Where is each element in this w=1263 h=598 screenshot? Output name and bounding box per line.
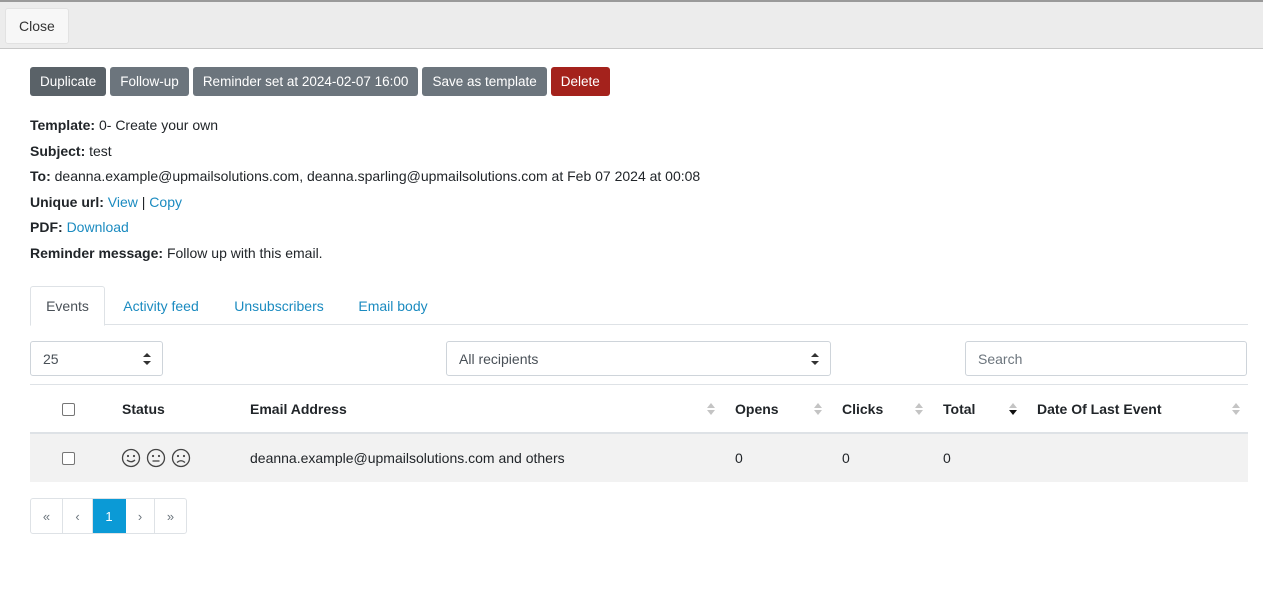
top-bar: Close	[0, 0, 1263, 49]
page-size-value: 25	[43, 350, 59, 367]
email-cell: deanna.example@upmailsolutions.com and o…	[250, 450, 565, 466]
total-cell: 0	[943, 450, 951, 466]
events-table: Status Email Address Opens Clicks Total …	[30, 384, 1248, 482]
sort-arrows-icon	[811, 353, 819, 365]
pdf-label: PDF:	[30, 219, 63, 236]
email-details: Template: 0- Create your own Subject: te…	[30, 113, 700, 267]
column-header-last-event[interactable]: Date Of Last Event	[1037, 385, 1161, 433]
prev-page-button[interactable]: ‹	[63, 499, 93, 533]
smile-icon[interactable]	[121, 448, 141, 468]
delete-button[interactable]: Delete	[550, 67, 610, 96]
template-label: Template:	[30, 117, 96, 133]
column-header-status[interactable]: Status	[122, 385, 165, 433]
column-header-total[interactable]: Total	[943, 385, 975, 433]
status-cell	[121, 434, 191, 482]
select-all-checkbox[interactable]	[62, 402, 75, 416]
pdf-line: PDF: Download	[30, 215, 700, 241]
tab-bar: Events Activity feed Unsubscribers Email…	[30, 286, 1248, 326]
subject-label: Subject:	[30, 142, 86, 159]
sort-desc-icon[interactable]	[1008, 401, 1018, 417]
next-page-button[interactable]: ›	[126, 499, 155, 533]
recipients-value: All recipients	[459, 350, 539, 367]
template-line: Template: 0- Create your own	[30, 113, 700, 139]
close-button[interactable]: Close	[5, 8, 69, 44]
subject-line: Subject: test	[30, 139, 700, 165]
sort-icon[interactable]	[914, 401, 924, 417]
sort-icon[interactable]	[706, 401, 716, 417]
search-input[interactable]	[965, 341, 1247, 376]
frown-icon[interactable]	[171, 448, 191, 468]
unique-url-label: Unique url:	[30, 193, 104, 210]
tab-unsubscribers[interactable]: Unsubscribers	[220, 286, 338, 325]
download-link[interactable]: Download	[67, 219, 129, 235]
to-value: deanna.example@upmailsolutions.com, dean…	[54, 168, 701, 185]
current-page-button[interactable]: 1	[93, 499, 126, 533]
table-header: Status Email Address Opens Clicks Total …	[30, 384, 1248, 434]
column-header-opens[interactable]: Opens	[735, 385, 779, 433]
sort-arrows-icon	[143, 353, 151, 365]
reminder-message-value: Follow up with this email.	[166, 244, 323, 261]
save-as-template-button[interactable]: Save as template	[422, 67, 547, 96]
unique-url-line: Unique url: View | Copy	[30, 190, 700, 216]
column-header-clicks[interactable]: Clicks	[842, 385, 883, 433]
last-page-button[interactable]: »	[155, 499, 186, 533]
tab-events[interactable]: Events	[30, 286, 105, 326]
action-toolbar: Duplicate Follow-up Reminder set at 2024…	[30, 67, 610, 96]
row-select-cell	[62, 434, 75, 482]
clicks-cell: 0	[842, 450, 850, 466]
table-row[interactable]: deanna.example@upmailsolutions.com and o…	[30, 434, 1248, 482]
tab-email-body[interactable]: Email body	[344, 286, 442, 325]
subject-value: test	[89, 142, 112, 159]
neutral-face-icon[interactable]	[146, 448, 166, 468]
to-label: To:	[30, 168, 51, 185]
reminder-button[interactable]: Reminder set at 2024-02-07 16:00	[192, 67, 419, 96]
reminder-message-line: Reminder message: Follow up with this em…	[30, 241, 700, 267]
follow-up-button[interactable]: Follow-up	[110, 67, 189, 96]
to-line: To: deanna.example@upmailsolutions.com, …	[30, 164, 700, 190]
tab-activity-feed[interactable]: Activity feed	[106, 286, 216, 325]
page-size-select[interactable]: 25	[30, 341, 163, 376]
recipients-select[interactable]: All recipients	[446, 341, 831, 376]
view-link[interactable]: View	[108, 194, 138, 210]
column-header-email[interactable]: Email Address	[250, 385, 347, 433]
copy-link[interactable]: Copy	[149, 194, 182, 210]
template-value: 0- Create your own	[98, 117, 219, 133]
reminder-message-label: Reminder message:	[30, 244, 164, 261]
row-checkbox[interactable]	[62, 451, 75, 465]
opens-cell: 0	[735, 450, 743, 466]
select-all-cell	[62, 385, 75, 433]
sort-icon[interactable]	[813, 401, 823, 417]
link-separator: |	[141, 193, 146, 210]
sort-icon[interactable]	[1231, 401, 1241, 417]
pagination: « ‹ 1 › »	[30, 498, 187, 534]
first-page-button[interactable]: «	[31, 499, 63, 533]
duplicate-button[interactable]: Duplicate	[30, 67, 107, 96]
